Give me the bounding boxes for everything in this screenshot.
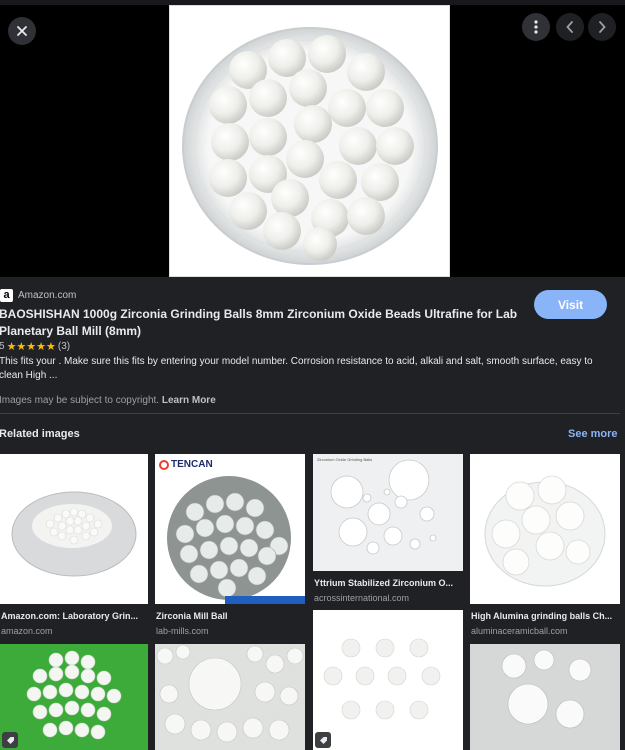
related-domain: aluminaceramicball.com [471,626,568,636]
related-caption: Yttrium Stabilized Zirconium O... [314,578,454,588]
copyright-notice: Images may be subject to copyright. Lear… [0,395,216,406]
rating: 5 ★★★★★ (3) [0,340,70,353]
related-image-tile[interactable]: TENCAN Zirconia Mill Ball lab-mills.com [155,454,305,640]
tencan-label: TENCAN [171,459,213,470]
tag-icon [2,732,18,748]
image-viewer [0,5,625,277]
visit-button[interactable]: Visit [534,290,607,319]
related-caption: High Alumina grinding balls Ch... [471,611,613,621]
next-button[interactable] [588,13,616,41]
related-thumbnail [313,610,463,750]
see-more-link[interactable]: See more [568,428,618,440]
related-image-tile[interactable]: Zirconium Oxide Grinding Balls Yttrium S… [313,454,463,604]
related-image-tile[interactable] [313,610,463,750]
result-details-panel: a Amazon.com Visit BAOSHISHAN 1000g Zirc… [0,277,625,750]
tag-icon [315,732,331,748]
divider [0,413,620,414]
close-button[interactable] [8,17,36,45]
related-thumbnail [470,454,620,604]
related-image-tile[interactable] [155,644,305,750]
related-thumbnail [155,644,305,750]
related-thumbnail [0,454,148,604]
related-image-tile[interactable]: High Alumina grinding balls Ch... alumin… [470,454,620,640]
rating-count: (3) [57,341,71,352]
tencan-logo-icon [159,459,169,470]
learn-more-link[interactable]: Learn More [162,395,216,406]
related-domain: acrossinternational.com [314,593,410,603]
more-vert-icon [534,20,538,34]
related-thumbnail [470,644,620,750]
close-icon [17,26,27,36]
inner-figure-title: Zirconium Oxide Grinding Balls [317,457,373,462]
result-title[interactable]: BAOSHISHAN 1000g Zirconia Grinding Balls… [0,306,519,340]
source-row[interactable]: a Amazon.com [0,287,76,303]
related-thumbnail: Zirconium Oxide Grinding Balls [313,454,463,571]
previous-button[interactable] [556,13,584,41]
chevron-right-icon [599,21,606,33]
related-image-tile[interactable]: Amazon.com: Laboratory Grin... amazon.co… [0,454,148,640]
related-domain: amazon.com [1,626,53,636]
tencan-brand: TENCAN [159,459,213,470]
rating-value: 5 [0,341,5,352]
source-name: Amazon.com [18,289,77,301]
related-thumbnail [0,644,148,750]
chevron-left-icon [566,21,573,33]
result-description: This fits your . Make sure this fits by … [0,356,593,381]
related-image-tile[interactable] [0,644,148,750]
related-thumbnail: TENCAN [155,454,305,604]
more-options-button[interactable] [522,13,550,41]
main-image[interactable] [169,5,450,277]
related-domain: lab-mills.com [156,626,209,636]
copyright-text: Images may be subject to copyright. [0,395,160,406]
star-rating-icon: ★★★★★ [6,341,56,353]
related-caption: Zirconia Mill Ball [156,611,228,621]
related-caption: Amazon.com: Laboratory Grin... [1,611,139,621]
related-image-tile[interactable] [470,644,620,750]
related-images-heading: Related images [0,428,80,440]
amazon-logo-icon: a [0,288,13,302]
